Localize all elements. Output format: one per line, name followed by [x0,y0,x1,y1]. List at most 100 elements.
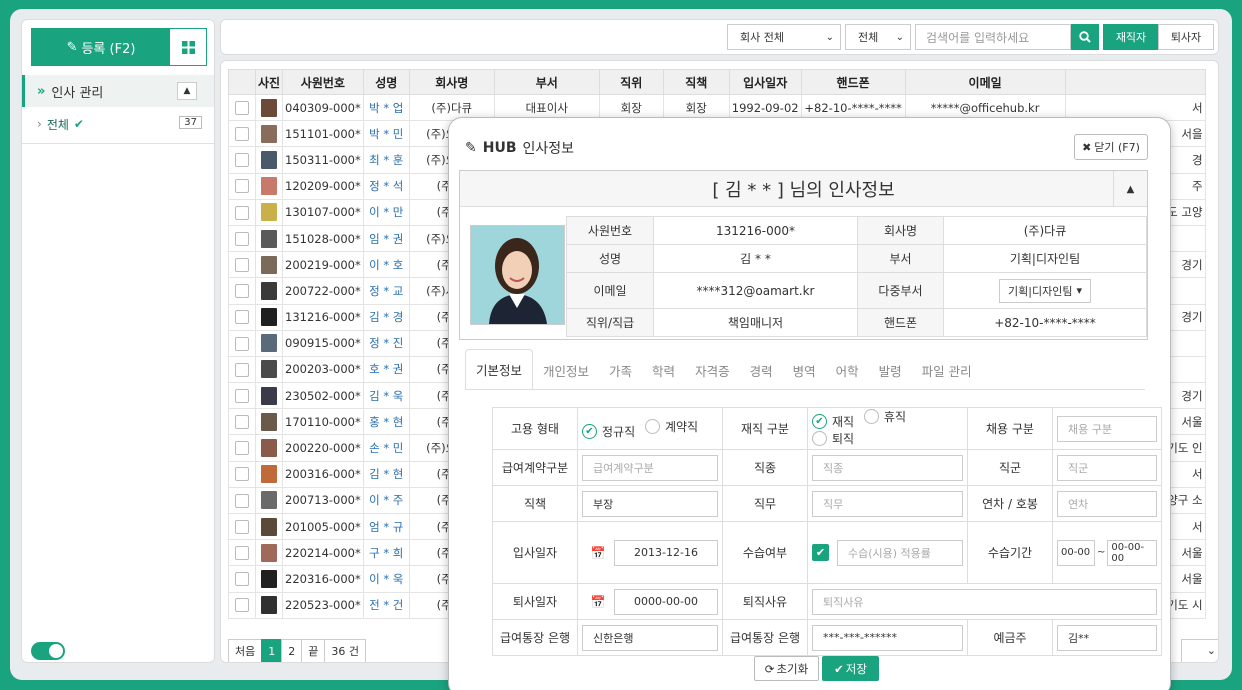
company-select[interactable]: 회사 전체 ⌄ [727,24,841,50]
tab-language[interactable]: 어학 [826,351,869,390]
tab-military[interactable]: 병역 [783,351,826,390]
row-select-cell[interactable] [228,329,256,357]
tab-basic[interactable]: 기본정보 [465,349,534,390]
row-checkbox[interactable] [235,519,249,534]
row-select-cell[interactable] [228,146,256,174]
row-checkbox[interactable] [235,231,249,246]
radio-leave[interactable]: 휴직 [863,408,906,425]
row-select-cell[interactable] [228,251,256,279]
row-checkbox[interactable] [235,493,249,508]
row-checkbox[interactable] [235,100,249,115]
page-2[interactable]: 2 [281,639,303,662]
calendar-icon[interactable]: 📅 [582,589,614,615]
row-select-cell[interactable] [228,277,256,305]
radio-contract[interactable]: 계약직 [644,418,698,435]
job-kind-input[interactable]: 직종 [812,454,963,481]
row-select-cell[interactable] [228,591,256,619]
search-button[interactable] [1071,24,1099,50]
page-size-select[interactable]: ⌄ [1181,639,1218,662]
col-role[interactable]: 직책 [662,69,730,95]
register-button[interactable]: ✎ 등록 (F2) [32,29,170,65]
save-button[interactable]: ✔ 저장 [822,656,879,681]
col-email[interactable]: 이메일 [904,69,1066,95]
row-checkbox[interactable] [235,284,249,299]
row-checkbox[interactable] [235,310,249,325]
tab-retired-employees[interactable]: 퇴사자 [1158,24,1214,50]
annual-input[interactable]: 연차 [1057,490,1158,517]
row-select-cell[interactable] [228,172,256,200]
row-select-cell[interactable] [228,382,256,410]
row-select-cell[interactable] [228,224,256,253]
col-emp-no[interactable]: 사원번호 [282,69,364,95]
reset-button[interactable]: ⟳ 초기화 [754,656,819,681]
job-input[interactable]: 직무 [812,490,963,517]
search-input[interactable]: 검색어를 입력하세요 [915,24,1071,50]
row-checkbox[interactable] [235,415,249,430]
probation-checkbox[interactable]: ✔ [812,544,829,561]
probation-rate-input[interactable]: 수습(시용) 적용률 [837,539,963,566]
row-select-cell[interactable] [228,486,256,515]
row-select-cell[interactable] [228,303,256,331]
row-checkbox[interactable] [235,388,249,403]
bank-input[interactable]: 신한은행 [582,624,718,651]
row-checkbox[interactable] [235,546,249,561]
row-checkbox[interactable] [235,257,249,272]
col-select[interactable] [228,69,256,95]
row-select-cell[interactable] [228,198,256,226]
row-select-cell[interactable] [228,512,256,541]
scope-select[interactable]: 전체 ⌄ [845,24,911,50]
salary-type-input[interactable]: 급여계약구분 [582,454,718,481]
retire-reason-input[interactable]: 퇴직사유 [812,588,1158,615]
row-select-cell[interactable] [228,460,256,488]
tab-files[interactable]: 파일 관리 [912,351,982,390]
col-position[interactable]: 직위 [598,69,664,95]
row-select-cell[interactable] [228,565,256,593]
col-photo[interactable]: 사진 [255,69,283,95]
probation-to-input[interactable]: 00-00-00 [1107,539,1158,566]
radio-employed[interactable]: ✔ 재직 [812,413,854,430]
tab-appointment[interactable]: 발령 [869,351,912,390]
job-group-input[interactable]: 직군 [1057,454,1158,481]
retire-date-input[interactable]: 0000-00-00 [614,588,718,615]
col-company[interactable]: 회사명 [408,69,495,95]
col-dept[interactable]: 부서 [493,69,600,95]
col-hire-date[interactable]: 입사일자 [728,69,802,95]
calendar-icon[interactable]: 📅 [582,540,614,566]
tab-certificates[interactable]: 자격증 [685,351,740,390]
row-checkbox[interactable] [235,467,249,482]
row-checkbox[interactable] [235,179,249,194]
row-checkbox[interactable] [235,205,249,220]
row-checkbox[interactable] [235,362,249,377]
row-select-cell[interactable] [228,539,256,567]
tree-node-hr[interactable]: » 인사 관리 ▲ [22,75,214,107]
row-select-cell[interactable] [228,355,256,384]
tab-family[interactable]: 가족 [599,351,642,390]
tab-career[interactable]: 경력 [740,351,783,390]
grid-view-button[interactable] [170,29,206,65]
col-name[interactable]: 성명 [362,69,410,95]
hire-date-input[interactable]: 2013-12-16 [614,539,718,566]
page-1[interactable]: 1 [261,639,283,662]
tab-active-employees[interactable]: 재직자 [1103,24,1159,50]
duty-input[interactable]: 부장 [582,490,718,517]
tab-personal[interactable]: 개인정보 [533,351,599,390]
page-last[interactable]: 끝 [301,639,326,662]
row-checkbox[interactable] [235,153,249,168]
hire-type-input[interactable]: 채용 구분 [1057,415,1158,442]
row-checkbox[interactable] [235,336,249,351]
radio-permanent[interactable]: ✔ 정규직 [582,423,635,440]
account-input[interactable]: ***-***-****** [812,624,963,651]
multi-dept-dropdown[interactable]: 기획|디자인팀 ▾ [999,278,1091,303]
radio-retired[interactable]: 퇴직 [812,430,854,447]
row-checkbox[interactable] [235,572,249,587]
row-select-cell[interactable] [228,434,256,462]
holder-input[interactable]: 김** [1057,624,1158,651]
close-button[interactable]: ✖ 닫기 (F7) [1074,134,1148,160]
sidebar-toggle[interactable] [31,642,65,660]
collapse-button[interactable]: ▲ [1113,171,1147,207]
row-checkbox[interactable] [235,598,249,613]
probation-from-input[interactable]: 00-00 [1057,539,1095,566]
row-select-cell[interactable] [228,120,256,148]
tab-education[interactable]: 학력 [642,351,685,390]
collapse-button[interactable]: ▲ [177,82,197,100]
